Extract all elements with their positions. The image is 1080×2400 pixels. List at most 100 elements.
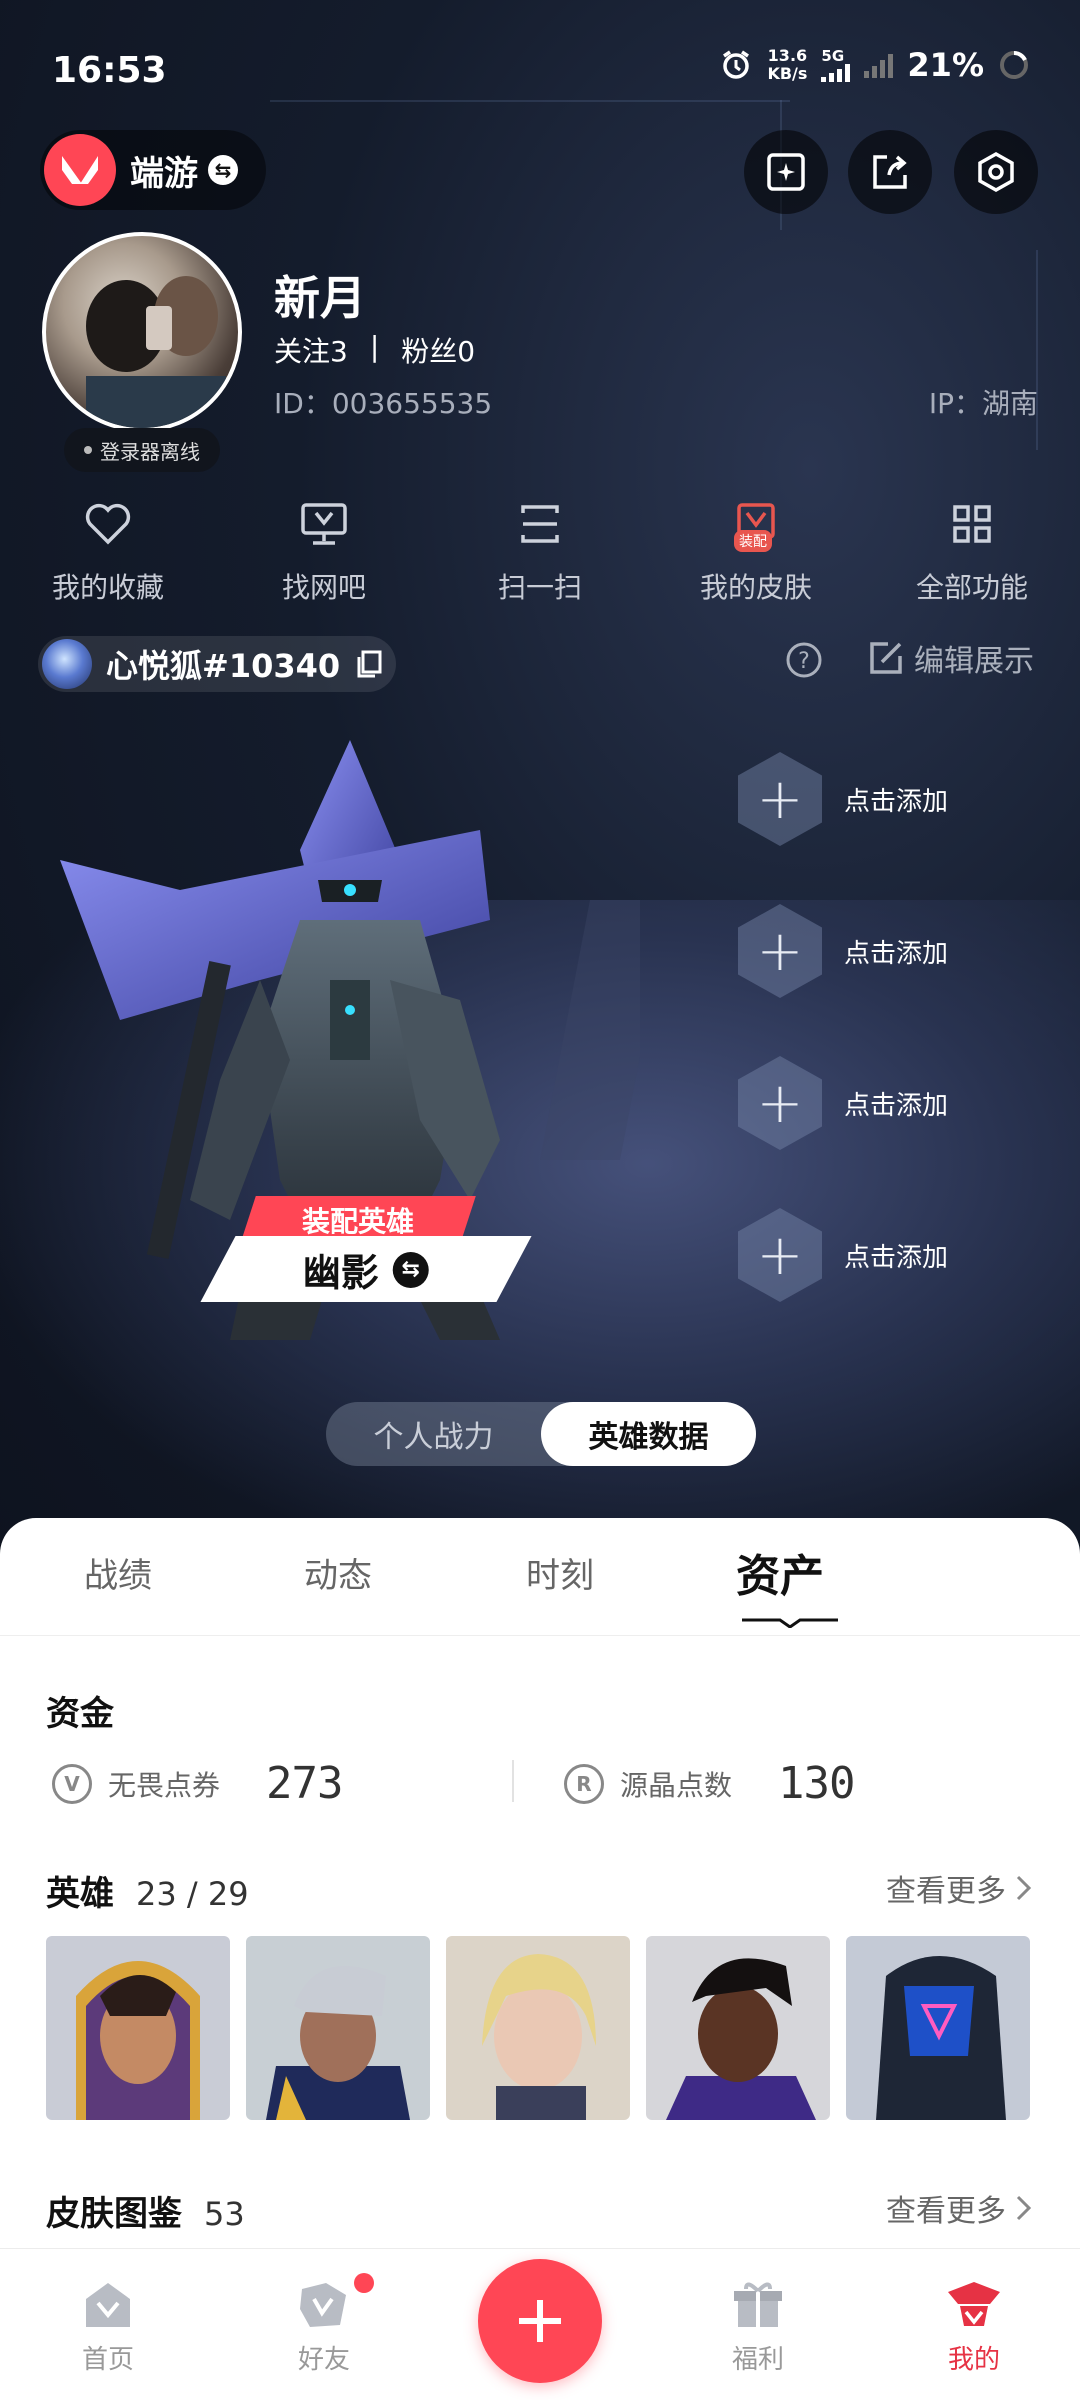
hero-card[interactable] bbox=[446, 1936, 630, 2120]
hero-card[interactable] bbox=[846, 1936, 1030, 2120]
signal-strong-icon bbox=[821, 63, 851, 82]
skins-count: 53 bbox=[204, 2195, 245, 2233]
toggle-hero-data[interactable]: 英雄数据 bbox=[541, 1402, 756, 1466]
tab-indicator bbox=[742, 1618, 838, 1628]
radianite-icon: R bbox=[564, 1763, 604, 1804]
profile-icon bbox=[948, 2282, 1000, 2326]
scan-icon bbox=[521, 505, 559, 543]
add-slot-3[interactable]: + 点击添加 bbox=[738, 1056, 948, 1150]
swap-agent-icon[interactable]: ⇆ bbox=[393, 1251, 429, 1287]
game-account-name: 心悦狐#10340 bbox=[106, 647, 341, 685]
funds-title: 资金 bbox=[46, 1694, 114, 1734]
heart-icon bbox=[85, 503, 131, 545]
status-bar: 16:53 13.6 KB/s 5G 21% bbox=[0, 0, 1080, 130]
skins-title: 皮肤图鉴 53 bbox=[46, 2194, 245, 2234]
signal-weak-icon bbox=[864, 52, 894, 78]
add-slot-1[interactable]: + 点击添加 bbox=[738, 752, 948, 846]
agent-name: 幽影 bbox=[302, 1250, 379, 1295]
hero-portrait-5 bbox=[846, 1936, 1030, 2120]
toggle-personal-power[interactable]: 个人战力 bbox=[326, 1402, 541, 1466]
ai-card-button[interactable] bbox=[744, 130, 828, 214]
quick-all-functions[interactable]: 全部功能 bbox=[864, 496, 1080, 606]
home-icon bbox=[86, 2283, 130, 2327]
avatar-photo bbox=[86, 276, 226, 428]
agent-name-plate[interactable]: 幽影 ⇆ bbox=[200, 1236, 532, 1302]
plus-icon bbox=[519, 2300, 561, 2342]
followers-count[interactable]: 粉丝0 bbox=[401, 330, 475, 370]
following-count[interactable]: 关注3 bbox=[274, 330, 348, 370]
settings-button[interactable] bbox=[954, 130, 1038, 214]
friends-icon bbox=[300, 2283, 346, 2327]
heroes-count: 23 / 29 bbox=[136, 1875, 249, 1913]
switch-icon: ⇆ bbox=[208, 155, 238, 185]
ip-location: IP：湖南 bbox=[928, 387, 1038, 420]
share-icon bbox=[873, 155, 907, 189]
quick-functions: 我的收藏 找网吧 扫一扫 装配 我的皮肤 全部功能 bbox=[0, 496, 1080, 606]
chevron-right-icon bbox=[1016, 2195, 1032, 2221]
tab-feed[interactable]: 动态 bbox=[304, 1548, 372, 1597]
skins-see-more[interactable]: 查看更多 bbox=[886, 2186, 1034, 2230]
add-slot-4[interactable]: + 点击添加 bbox=[738, 1208, 948, 1302]
cellular-5g: 5G bbox=[821, 48, 851, 82]
nav-welfare[interactable]: 福利 bbox=[688, 2277, 828, 2376]
help-icon[interactable]: ? bbox=[784, 640, 824, 680]
plus-icon: + bbox=[738, 904, 822, 998]
alarm-icon bbox=[723, 50, 750, 79]
status-icons: 13.6 KB/s 5G 21% bbox=[719, 46, 1030, 84]
valorant-points-value: 273 bbox=[266, 1758, 343, 1809]
valorant-logo-icon bbox=[44, 134, 116, 206]
status-time: 16:53 bbox=[52, 50, 167, 91]
quick-find-netcafe[interactable]: 找网吧 bbox=[216, 496, 432, 606]
svg-text:?: ? bbox=[798, 649, 810, 674]
edit-display-button[interactable]: 编辑展示 bbox=[866, 636, 1034, 680]
hero-portrait-4 bbox=[646, 1936, 830, 2120]
status-dot bbox=[84, 446, 92, 454]
tab-record[interactable]: 战绩 bbox=[84, 1548, 152, 1597]
tab-moments[interactable]: 时刻 bbox=[526, 1548, 594, 1597]
hero-portrait-2 bbox=[246, 1936, 430, 2120]
chevron-right-icon bbox=[1016, 1875, 1032, 1901]
edit-icon bbox=[870, 642, 902, 674]
hero-card[interactable] bbox=[46, 1936, 230, 2120]
add-slot-2[interactable]: + 点击添加 bbox=[738, 904, 948, 998]
nickname: 新月 bbox=[274, 271, 366, 325]
game-account-chip[interactable]: 心悦狐#10340 bbox=[38, 636, 396, 692]
plus-icon: + bbox=[738, 752, 822, 846]
avatar[interactable] bbox=[42, 232, 242, 432]
hero-card[interactable] bbox=[246, 1936, 430, 2120]
quick-favorites[interactable]: 我的收藏 bbox=[0, 496, 216, 606]
stats-toggle: 个人战力 英雄数据 bbox=[326, 1402, 756, 1466]
fund-valorant-points: V 无畏点券 273 bbox=[52, 1758, 344, 1809]
quick-scan[interactable]: 扫一扫 bbox=[432, 496, 648, 606]
create-post-button[interactable] bbox=[478, 2259, 602, 2383]
plus-icon: + bbox=[738, 1056, 822, 1150]
radianite-value: 130 bbox=[778, 1758, 855, 1809]
monitor-icon bbox=[301, 503, 347, 545]
hero-portrait-3 bbox=[446, 1936, 630, 2120]
hero-card[interactable] bbox=[646, 1936, 830, 2120]
net-speed: 13.6 KB/s bbox=[767, 46, 808, 83]
app-switcher[interactable]: 端游 ⇆ bbox=[40, 130, 266, 210]
copy-icon[interactable] bbox=[354, 649, 384, 679]
tab-assets[interactable]: 资产 bbox=[736, 1540, 824, 1604]
skin-badge: 装配 bbox=[734, 530, 772, 552]
account-avatar bbox=[42, 639, 92, 689]
divider bbox=[512, 1760, 514, 1802]
nav-home[interactable]: 首页 bbox=[38, 2277, 178, 2376]
follow-stats: 关注3 | 粉丝0 bbox=[274, 330, 475, 370]
sparkle-card-icon bbox=[767, 153, 805, 191]
share-button[interactable] bbox=[848, 130, 932, 214]
valorant-points-icon: V bbox=[52, 1763, 92, 1804]
app-name: 端游 bbox=[130, 153, 198, 194]
user-id: ID：003655535 bbox=[274, 387, 493, 420]
stat-separator: | bbox=[369, 330, 380, 363]
heroes-title: 英雄 23 / 29 bbox=[46, 1874, 249, 1914]
nav-me[interactable]: 我的 bbox=[904, 2277, 1044, 2376]
gift-icon bbox=[734, 2282, 782, 2327]
battery-ring-icon bbox=[1000, 50, 1028, 79]
heroes-see-more[interactable]: 查看更多 bbox=[886, 1866, 1034, 1910]
profile-tabs: 战绩 动态 时刻 资产 bbox=[0, 1518, 1080, 1636]
nav-friends[interactable]: 好友 bbox=[254, 2277, 394, 2376]
plus-icon: + bbox=[738, 1208, 822, 1302]
quick-my-skins[interactable]: 装配 我的皮肤 bbox=[648, 496, 864, 606]
